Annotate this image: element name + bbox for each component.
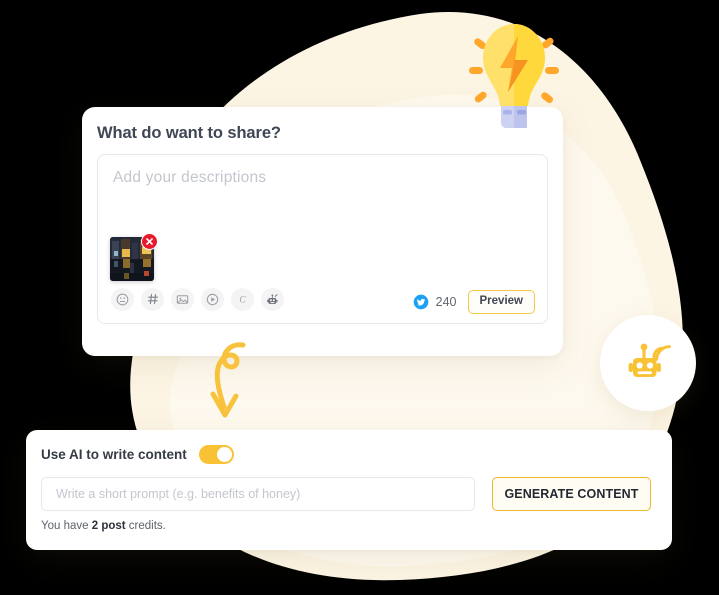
screenshot-stage: What do want to share? Add your descript… bbox=[0, 0, 719, 595]
ai-input-row: GENERATE CONTENT bbox=[41, 477, 651, 511]
svg-text:C: C bbox=[239, 295, 246, 305]
robot-assistant-bubble[interactable] bbox=[600, 315, 696, 411]
ai-content-panel: Use AI to write content GENERATE CONTENT… bbox=[26, 430, 672, 550]
hashtag-icon[interactable] bbox=[141, 287, 164, 311]
description-placeholder: Add your descriptions bbox=[113, 168, 267, 186]
composer-toolbar: C bbox=[111, 287, 284, 311]
composer-actions: 240 Preview bbox=[413, 290, 535, 314]
use-ai-toggle[interactable] bbox=[198, 445, 234, 464]
network-char-counter: 240 bbox=[413, 294, 457, 310]
credits-suffix: credits. bbox=[125, 520, 166, 532]
curly-arrow-down-icon bbox=[210, 342, 246, 418]
ai-toggle-label: Use AI to write content bbox=[41, 447, 187, 462]
ai-toggle-row: Use AI to write content bbox=[41, 445, 651, 464]
prompt-input[interactable] bbox=[41, 477, 475, 511]
robot-wifi-icon bbox=[628, 343, 671, 377]
generate-content-button[interactable]: GENERATE CONTENT bbox=[492, 477, 651, 511]
lightbulb-icon bbox=[469, 24, 559, 128]
canva-icon[interactable]: C bbox=[231, 287, 254, 311]
attachment-thumbnail[interactable] bbox=[110, 232, 158, 285]
remove-attachment-button[interactable] bbox=[141, 232, 158, 250]
image-icon[interactable] bbox=[171, 287, 194, 311]
char-count-value: 240 bbox=[435, 295, 457, 310]
composer-card: What do want to share? Add your descript… bbox=[82, 107, 563, 356]
preview-button[interactable]: Preview bbox=[467, 290, 535, 314]
emoji-icon[interactable] bbox=[111, 287, 134, 311]
video-icon[interactable] bbox=[201, 287, 224, 311]
composer-editor-area[interactable]: Add your descriptions C 240 Preview bbox=[97, 153, 548, 324]
robot-icon[interactable] bbox=[261, 287, 284, 311]
twitter-icon bbox=[413, 294, 428, 310]
credits-note: You have 2 post credits. bbox=[41, 520, 651, 532]
credits-prefix: You have bbox=[41, 520, 92, 532]
credits-amount: 2 post bbox=[91, 520, 126, 532]
